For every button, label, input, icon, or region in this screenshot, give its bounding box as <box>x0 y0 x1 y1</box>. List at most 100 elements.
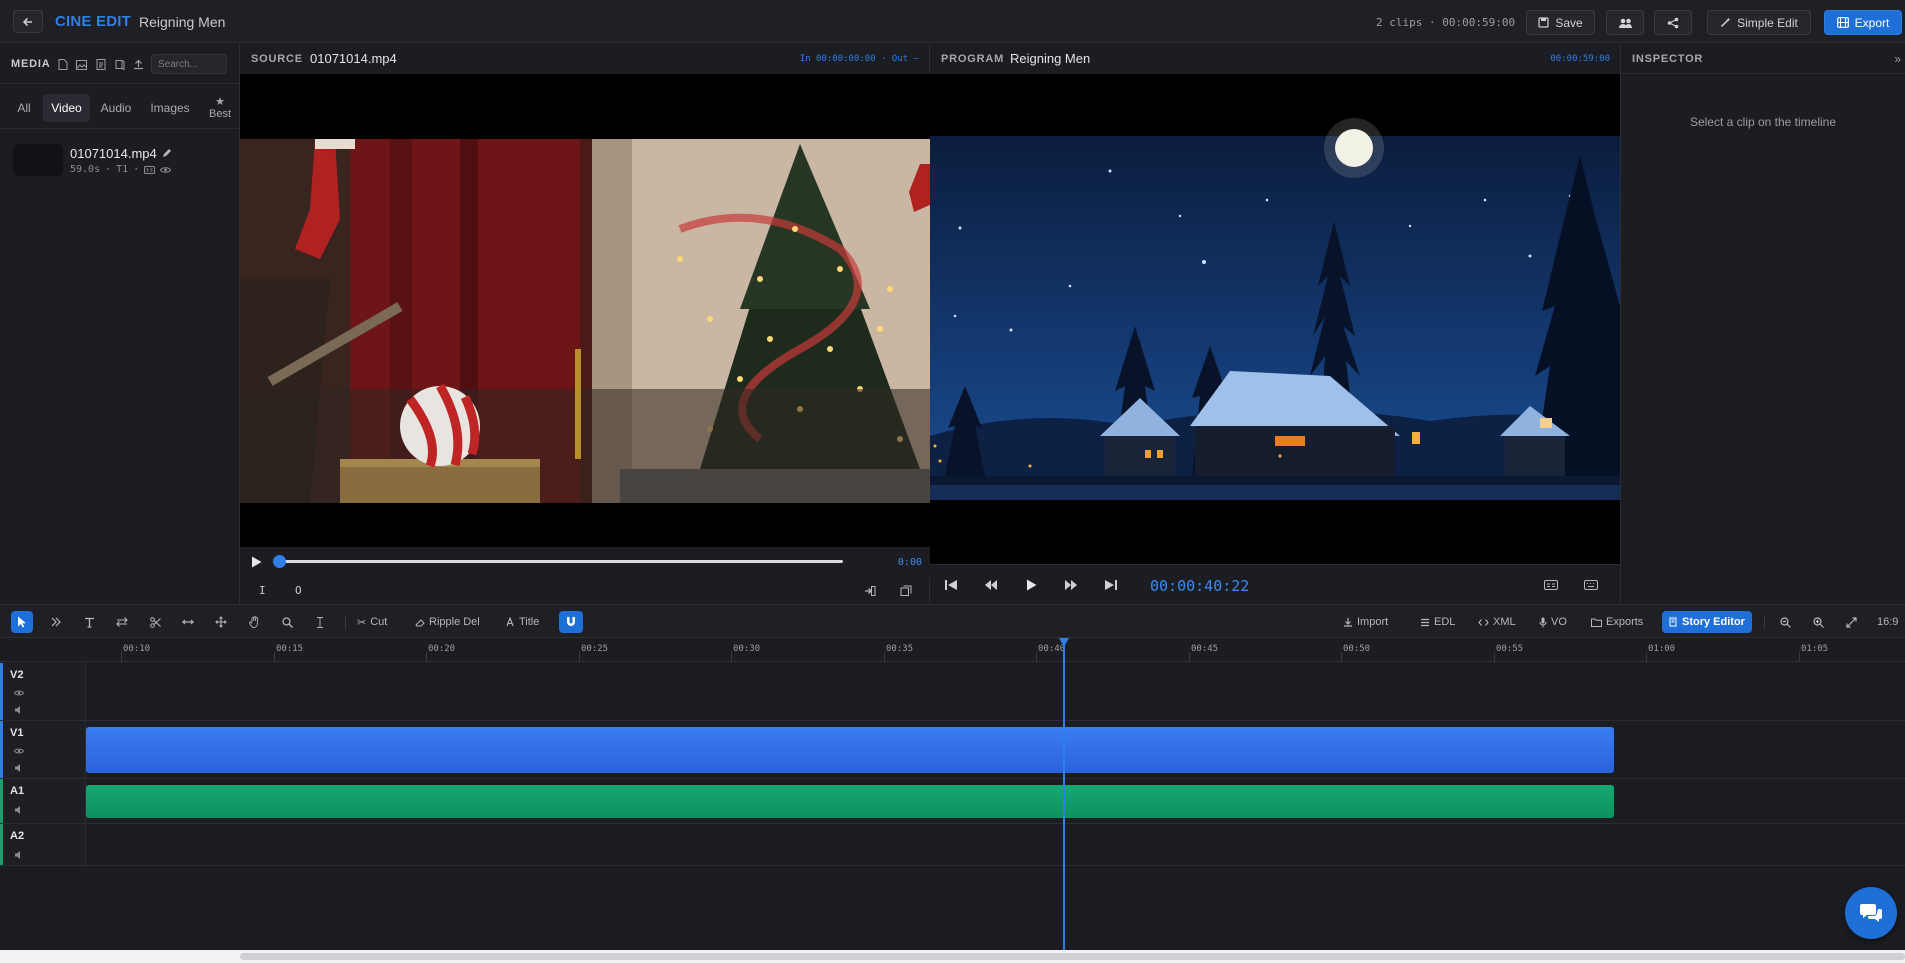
share-button[interactable] <box>1654 10 1692 35</box>
overwrite-icon[interactable] <box>900 585 912 597</box>
captions-icon[interactable] <box>1542 577 1560 593</box>
insert-icon[interactable] <box>864 585 876 597</box>
track-header-a1[interactable]: A1 <box>0 779 86 824</box>
document-icon[interactable] <box>93 57 108 72</box>
mark-out-button[interactable]: O <box>295 584 302 597</box>
speaker-icon[interactable] <box>14 763 24 773</box>
keyboard-icon[interactable] <box>1582 577 1600 593</box>
track-name: A1 <box>10 785 25 797</box>
title-button[interactable]: Title <box>501 611 543 633</box>
captions-icon[interactable] <box>144 165 156 174</box>
mark-in-button[interactable]: I <box>259 584 266 597</box>
snap-toggle[interactable] <box>559 611 583 633</box>
text-tool-icon[interactable] <box>78 611 100 633</box>
media-item[interactable]: 01071014.mp4 59.0s · T1 · <box>13 144 233 180</box>
video-clip[interactable] <box>86 727 1614 773</box>
exports-button[interactable]: Exports <box>1587 611 1647 633</box>
track-header-a2[interactable]: A2 <box>0 824 86 866</box>
eye-icon[interactable] <box>14 746 24 756</box>
track-name: V1 <box>10 727 24 739</box>
program-monitor: PROGRAM Reigning Men 00:00:59:00 00:00:4… <box>930 44 1621 604</box>
media-search-input[interactable] <box>151 54 227 74</box>
collaborators-button[interactable] <box>1606 10 1644 35</box>
track-lane-v2[interactable] <box>86 663 1905 721</box>
zoom-tool-icon[interactable] <box>276 611 298 633</box>
upload-icon[interactable] <box>131 57 146 72</box>
voiceover-button[interactable]: VO <box>1535 611 1571 633</box>
zoom-in-icon[interactable] <box>1807 611 1829 633</box>
track-select-icon[interactable] <box>45 611 67 633</box>
tab-audio[interactable]: Audio <box>96 94 136 122</box>
folder-icon <box>1591 618 1602 627</box>
razor-icon[interactable] <box>144 611 166 633</box>
move-icon[interactable] <box>210 611 232 633</box>
image-icon[interactable] <box>74 57 89 72</box>
slip-icon[interactable] <box>177 611 199 633</box>
skip-to-end-icon[interactable] <box>1102 577 1120 593</box>
audio-clip[interactable] <box>86 785 1614 818</box>
track-header-v1[interactable]: V1 <box>0 721 86 779</box>
track-lane-a2[interactable] <box>86 824 1905 866</box>
cut-button[interactable]: ✂ Cut <box>353 611 391 633</box>
hand-icon[interactable] <box>243 611 265 633</box>
xml-button[interactable]: XML <box>1474 611 1520 633</box>
playhead[interactable] <box>1063 638 1065 950</box>
simple-edit-button[interactable]: Simple Edit <box>1707 10 1811 35</box>
timeline-scrollbar[interactable] <box>0 950 1905 963</box>
swap-icon[interactable] <box>111 611 133 633</box>
fit-icon[interactable] <box>1840 611 1862 633</box>
play-icon[interactable] <box>251 556 262 568</box>
source-frame-image <box>240 74 930 547</box>
tab-best[interactable]: ★ Best <box>204 94 236 122</box>
timeline-ruler[interactable]: 00:10 00:15 00:20 00:25 00:30 00:35 00:4… <box>0 638 1905 662</box>
app-logo: CINE EDIT <box>55 13 131 30</box>
ripple-delete-button[interactable]: Ripple Del <box>411 611 484 633</box>
file-icon[interactable] <box>55 57 70 72</box>
users-icon <box>1618 18 1632 28</box>
aspect-ratio[interactable]: 16:9 <box>1873 611 1902 633</box>
eye-icon[interactable] <box>14 688 24 698</box>
tab-images[interactable]: Images <box>145 94 195 122</box>
chat-button[interactable] <box>1845 887 1897 939</box>
step-back-icon[interactable] <box>982 577 1000 593</box>
book-icon <box>1669 617 1677 627</box>
text-cursor-icon[interactable] <box>309 611 331 633</box>
speaker-icon[interactable] <box>14 805 24 815</box>
select-tool-icon[interactable] <box>11 611 33 633</box>
skip-to-start-icon[interactable] <box>942 577 960 593</box>
import-button[interactable]: Import <box>1339 611 1392 633</box>
title-label: Title <box>519 616 540 628</box>
pencil-icon[interactable] <box>161 148 172 159</box>
program-viewer[interactable] <box>930 74 1620 564</box>
collapse-icon[interactable]: » <box>1894 52 1901 66</box>
eraser-icon <box>415 619 425 627</box>
play-icon[interactable] <box>1022 577 1040 593</box>
program-title: Reigning Men <box>1010 51 1091 66</box>
save-button[interactable]: Save <box>1526 10 1595 35</box>
scrollbar-thumb[interactable] <box>240 953 1905 960</box>
book-icon[interactable] <box>112 57 127 72</box>
magnet-icon <box>567 617 575 626</box>
zoom-out-icon[interactable] <box>1774 611 1796 633</box>
step-forward-icon[interactable] <box>1062 577 1080 593</box>
media-panel: MEDIA All Video Audio Images ★ Best 0107… <box>0 44 240 604</box>
speaker-icon[interactable] <box>14 850 24 860</box>
edl-button[interactable]: EDL <box>1416 611 1459 633</box>
microphone-icon <box>1539 617 1547 627</box>
export-button[interactable]: Export <box>1824 10 1902 35</box>
source-viewer[interactable] <box>240 74 930 547</box>
program-frame-image <box>930 74 1620 564</box>
program-transport: 00:00:40:22 <box>930 564 1620 604</box>
track-header-v2[interactable]: V2 <box>0 663 86 721</box>
tab-all[interactable]: All <box>10 94 38 122</box>
source-scrubber-handle[interactable] <box>273 555 286 568</box>
tab-video[interactable]: Video <box>43 94 90 122</box>
media-item-track: T1 <box>116 164 129 175</box>
back-button[interactable] <box>13 10 43 33</box>
source-scrubber[interactable] <box>273 555 843 568</box>
export-label: Export <box>1854 15 1890 30</box>
story-editor-button[interactable]: Story Editor <box>1662 611 1752 633</box>
ruler-label: 00:25 <box>581 644 609 654</box>
speaker-icon[interactable] <box>14 705 24 715</box>
eye-icon[interactable] <box>160 166 172 174</box>
